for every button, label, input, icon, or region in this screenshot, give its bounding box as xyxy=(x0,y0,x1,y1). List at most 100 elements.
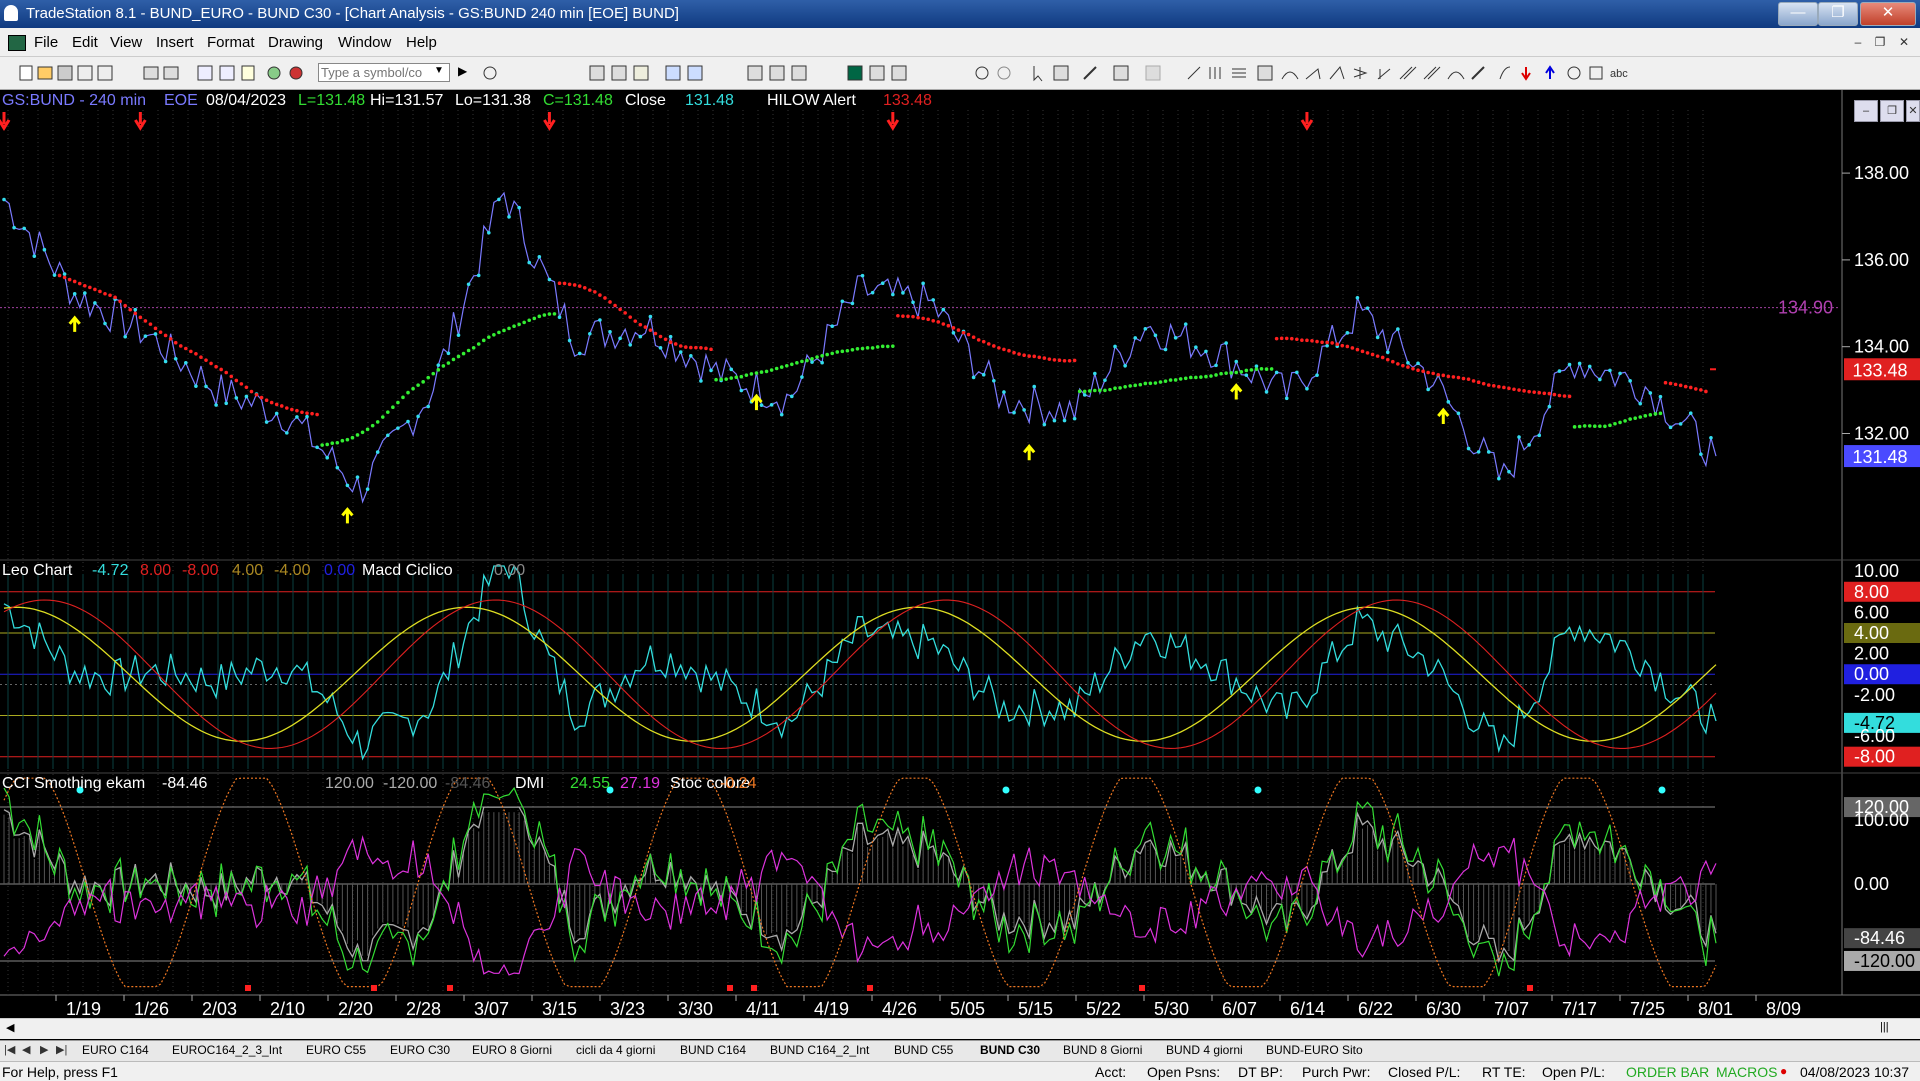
style-icon[interactable] xyxy=(869,65,885,81)
macros-button[interactable]: MACROS xyxy=(1716,1064,1777,1080)
ellipse-icon[interactable] xyxy=(1567,66,1581,80)
minimize-button[interactable]: — xyxy=(1778,2,1818,26)
radar-screen-icon[interactable] xyxy=(219,65,235,81)
menu-format[interactable]: Format xyxy=(207,34,255,51)
tab-bund-c55[interactable]: BUND C55 xyxy=(894,1043,953,1057)
indicator-icon[interactable] xyxy=(665,65,681,81)
zoom-in-icon[interactable] xyxy=(975,66,989,80)
bar-chart-icon[interactable] xyxy=(747,65,763,81)
tab-bund-8-giorni[interactable]: BUND 8 Giorni xyxy=(1063,1043,1142,1057)
moving-average-dot xyxy=(431,371,436,376)
print-preview-icon[interactable] xyxy=(143,66,159,80)
scroll-left-icon[interactable]: ◀ xyxy=(6,1021,14,1034)
zoom-out-icon[interactable] xyxy=(997,66,1011,80)
window-icon[interactable] xyxy=(77,65,93,81)
tab-euro-c164[interactable]: EURO C164 xyxy=(82,1043,149,1057)
candle-icon[interactable] xyxy=(769,65,785,81)
subwindow-close-button[interactable]: ✕ xyxy=(1906,100,1920,122)
vertical-line-icon[interactable] xyxy=(1209,67,1221,79)
menu-drawing[interactable]: Drawing xyxy=(268,34,323,51)
symbol-input[interactable] xyxy=(318,63,450,82)
print-icon[interactable] xyxy=(163,66,179,80)
regression-icon[interactable] xyxy=(1353,67,1368,79)
tab-bund-euro-sito[interactable]: BUND-EURO Sito xyxy=(1266,1043,1363,1057)
pencil-icon[interactable] xyxy=(1471,66,1485,80)
andrews-icon[interactable] xyxy=(1305,68,1321,80)
insert-analysis-icon[interactable] xyxy=(687,65,703,81)
subwindow-restore-button[interactable]: ❐ xyxy=(1880,100,1904,122)
chart-type-icon[interactable] xyxy=(847,65,863,81)
cycle-icon[interactable] xyxy=(1447,71,1465,80)
workspace-icon[interactable] xyxy=(97,65,113,81)
chevron-down-icon[interactable]: ▼ xyxy=(434,65,444,76)
menu-help[interactable]: Help xyxy=(406,34,437,51)
tab-bund-c30[interactable]: BUND C30 xyxy=(980,1043,1040,1057)
order-bar-button[interactable]: ORDER BAR xyxy=(1626,1064,1709,1080)
moving-average-dot xyxy=(1158,380,1163,384)
arc-icon[interactable] xyxy=(1281,71,1299,80)
chart-analysis-window[interactable]: 1/19 1/26 2/03 2/10 2/20 2/28 3/07 3/15 3/23 3/30… xyxy=(0,90,1920,1025)
menu-insert[interactable]: Insert xyxy=(156,34,194,51)
menu-file[interactable]: File xyxy=(34,34,58,51)
tab-euroc164-2-3-int[interactable]: EUROC164_2_3_Int xyxy=(172,1043,282,1057)
trendline-icon[interactable] xyxy=(1187,66,1201,80)
data-icon[interactable] xyxy=(1113,65,1129,81)
tab-euro-c30[interactable]: EURO C30 xyxy=(390,1043,450,1057)
strategy-icon[interactable] xyxy=(289,66,303,80)
mdi-restore-button[interactable]: ❐ xyxy=(1872,34,1888,50)
parallel-icon[interactable] xyxy=(1423,66,1441,80)
line-chart-icon[interactable] xyxy=(791,65,807,81)
analysis-icon[interactable] xyxy=(267,66,281,80)
curve-icon[interactable] xyxy=(1499,66,1511,80)
header-last: L=131.48 xyxy=(298,92,365,109)
tab-euro-8-giorni[interactable]: EURO 8 Giorni xyxy=(472,1043,552,1057)
tab-bund-c164-2-int[interactable]: BUND C164_2_Int xyxy=(770,1043,869,1057)
arrow-down-icon[interactable] xyxy=(1521,67,1531,81)
header-symbol: GS:BUND - 240 min xyxy=(2,92,146,109)
tab-prev-icon[interactable]: ◀ xyxy=(22,1043,30,1056)
menu-window[interactable]: Window xyxy=(338,34,391,51)
scroll-thumb-icon[interactable]: ||| xyxy=(1880,1021,1889,1033)
bar-spacing-icon[interactable] xyxy=(891,65,907,81)
mdi-minimize-button[interactable]: – xyxy=(1850,34,1866,50)
search-icon[interactable] xyxy=(483,66,497,80)
price-axis-label: 132.00 xyxy=(1854,424,1909,444)
arrow-up-icon[interactable] xyxy=(1545,65,1555,79)
format-window-icon[interactable] xyxy=(611,65,627,81)
menu-edit[interactable]: Edit xyxy=(72,34,98,51)
horizontal-scrollbar[interactable]: ◀ ||| xyxy=(0,1018,1920,1039)
save-icon[interactable] xyxy=(57,65,73,81)
chart-navigator-icon[interactable] xyxy=(1053,65,1069,81)
disabled-tool-icon[interactable] xyxy=(1145,65,1161,81)
new-icon[interactable] xyxy=(19,65,33,81)
tab-bund-c164[interactable]: BUND C164 xyxy=(680,1043,746,1057)
chart-window-tool-icon[interactable] xyxy=(197,65,213,81)
subwindow-minimize-button[interactable]: – xyxy=(1854,100,1878,122)
speed-line-icon[interactable] xyxy=(1329,65,1345,80)
tab-next-icon[interactable]: ▶ xyxy=(40,1043,48,1056)
lock-icon[interactable] xyxy=(241,65,255,81)
price-dot xyxy=(1204,349,1208,354)
tab-first-icon[interactable]: |◀ xyxy=(4,1043,15,1056)
horizontal-line-icon[interactable] xyxy=(1232,68,1246,78)
mdi-close-button[interactable]: ✕ xyxy=(1896,34,1912,50)
gann-icon[interactable] xyxy=(1377,68,1391,80)
rectangle-icon[interactable] xyxy=(1589,66,1603,80)
tab-euro-c55[interactable]: EURO C55 xyxy=(306,1043,366,1057)
pointer-icon[interactable] xyxy=(1033,66,1043,82)
maximize-button[interactable]: ❐ xyxy=(1818,2,1858,26)
text-tool-icon[interactable]: abc xyxy=(1610,68,1628,80)
play-icon[interactable]: ▶ xyxy=(458,64,467,78)
chart-window-icon[interactable] xyxy=(8,35,26,51)
open-icon[interactable] xyxy=(37,66,53,80)
tab-cicli-da-4-giorni[interactable]: cicli da 4 giorni xyxy=(576,1043,655,1057)
menu-view[interactable]: View xyxy=(110,34,142,51)
table-icon[interactable] xyxy=(633,65,649,81)
fib-icon[interactable] xyxy=(1257,65,1273,81)
tab-bund-4-giorni[interactable]: BUND 4 giorni xyxy=(1166,1043,1243,1057)
tools-icon[interactable] xyxy=(1083,66,1097,80)
close-button[interactable]: ✕ xyxy=(1860,2,1916,26)
tab-last-icon[interactable]: ▶| xyxy=(56,1043,67,1056)
channel-icon[interactable] xyxy=(1399,66,1417,80)
data-window-icon[interactable] xyxy=(589,65,605,81)
